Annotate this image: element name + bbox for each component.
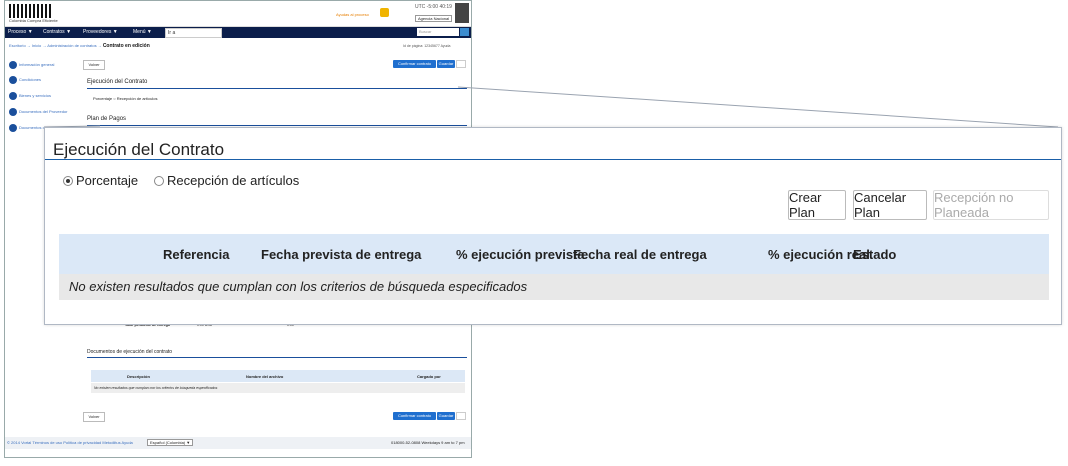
create-plan-button[interactable]: Crear Plan xyxy=(788,190,846,220)
col-fecha-real: Fecha real de entrega xyxy=(573,247,707,262)
radio-recepcion-label: Recepción de artículos xyxy=(167,173,300,188)
plan-table-empty-row: No existen resultados que cumplan con lo… xyxy=(59,274,1049,300)
title-divider xyxy=(45,159,1061,160)
radio-porcentaje-label: Porcentaje xyxy=(76,173,139,188)
col-ejecucion-prevista: % ejecución prevista xyxy=(456,247,585,262)
cancel-plan-button[interactable]: Cancelar Plan xyxy=(853,190,927,220)
radio-recepcion[interactable] xyxy=(154,176,164,186)
radio-porcentaje[interactable] xyxy=(63,176,73,186)
col-referencia: Referencia xyxy=(163,247,230,262)
zoomed-execution-panel: Ejecución del Contrato Porcentaje Recepc… xyxy=(44,127,1062,325)
unplanned-reception-button[interactable]: Recepción no Planeada xyxy=(933,190,1049,220)
plan-table-header: Referencia Fecha prevista de entrega % e… xyxy=(59,234,1049,274)
col-estado: Estado xyxy=(853,247,897,262)
section-title: Ejecución del Contrato xyxy=(53,140,225,159)
col-fecha-prevista: Fecha prevista de entrega xyxy=(261,247,422,262)
empty-message: No existen resultados que cumplan con lo… xyxy=(69,279,528,294)
